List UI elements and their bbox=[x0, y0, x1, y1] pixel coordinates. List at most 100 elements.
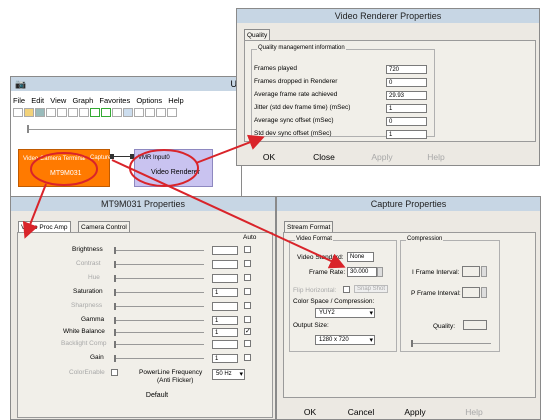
copy-icon[interactable] bbox=[68, 108, 78, 117]
mt-slider-gain[interactable] bbox=[114, 355, 204, 362]
paste-icon[interactable] bbox=[79, 108, 89, 117]
save-icon[interactable] bbox=[35, 108, 45, 117]
cap-titlebar: Capture Properties bbox=[277, 197, 540, 211]
mt-value-white-balance[interactable]: 1 bbox=[212, 328, 238, 337]
print-icon[interactable] bbox=[46, 108, 56, 117]
menu-file[interactable]: File bbox=[13, 96, 25, 105]
refresh-icon[interactable] bbox=[156, 108, 166, 117]
menu-options[interactable]: Options bbox=[136, 96, 162, 105]
mt-auto-gamma[interactable] bbox=[244, 316, 251, 323]
new-icon[interactable] bbox=[13, 108, 23, 117]
mt-auto-sharpness[interactable] bbox=[244, 302, 251, 309]
mt-slider-gamma[interactable] bbox=[114, 317, 204, 324]
cap-label-output-size: Output Size: bbox=[293, 322, 329, 329]
mt-auto-gain[interactable] bbox=[244, 354, 251, 361]
vr-ok-button[interactable]: OK bbox=[257, 152, 281, 162]
vr-label-avg-sync: Average sync offset (mSec) bbox=[254, 117, 334, 124]
cap-label-pframe-interval: P Frame Interval: bbox=[411, 290, 461, 297]
mt-slider-contrast[interactable] bbox=[114, 261, 204, 268]
mt-auto-backlight-comp[interactable] bbox=[244, 340, 251, 347]
cap-pframe-spinner[interactable] bbox=[481, 287, 487, 298]
cap-label-iframe-interval: I Frame Interval: bbox=[412, 269, 460, 276]
mt-value-gain[interactable]: 1 bbox=[212, 354, 238, 363]
filter-video-renderer[interactable]: VMR Input0 Video Renderer bbox=[134, 149, 213, 187]
cap-compression-title: Compression bbox=[406, 236, 444, 242]
mt-slider-sharpness[interactable] bbox=[114, 303, 204, 310]
mt-slider-backlight-comp[interactable] bbox=[114, 341, 204, 348]
filter-camera-name: MT9M031 bbox=[50, 170, 82, 177]
vr-label-frames-played: Frames played bbox=[254, 65, 297, 72]
mt-auto-saturation[interactable] bbox=[244, 288, 251, 295]
menu-help[interactable]: Help bbox=[168, 96, 183, 105]
cap-flip-checkbox[interactable] bbox=[343, 286, 350, 293]
filters-icon[interactable] bbox=[145, 108, 155, 117]
mt-value-sharpness[interactable] bbox=[212, 302, 238, 311]
mt-slider-brightness[interactable] bbox=[114, 247, 204, 254]
cap-cancel-button[interactable]: Cancel bbox=[343, 407, 379, 417]
mt-value-saturation[interactable]: 1 bbox=[212, 288, 238, 297]
seek-bar[interactable] bbox=[27, 129, 241, 130]
menu-graph[interactable]: Graph bbox=[72, 96, 93, 105]
mt9m031-properties-window: MT9M031 Properties Video Proc Amp Camera… bbox=[10, 196, 276, 420]
tab-video-proc-amp[interactable]: Video Proc Amp bbox=[18, 221, 71, 232]
graphedit-titlebar: 📷 U bbox=[11, 77, 241, 91]
cap-ok-button[interactable]: OK bbox=[299, 407, 321, 417]
menu-edit[interactable]: Edit bbox=[31, 96, 44, 105]
pin-connection-line bbox=[114, 156, 130, 157]
tab-quality[interactable]: Quality bbox=[244, 29, 271, 40]
cap-color-space-select[interactable]: YUY2 bbox=[315, 308, 375, 318]
mt-label-saturation: Saturation bbox=[73, 288, 103, 295]
mt-value-brightness[interactable] bbox=[212, 246, 238, 255]
mt-powerline-select[interactable]: 50 Hz bbox=[212, 369, 245, 380]
mt-label-color-enable: ColorEnable bbox=[69, 369, 105, 376]
menu-view[interactable]: View bbox=[50, 96, 66, 105]
mt-color-enable-checkbox[interactable] bbox=[111, 369, 118, 376]
cap-pframe-input[interactable] bbox=[462, 287, 480, 298]
cap-output-size-select[interactable]: 1280 x 720 bbox=[315, 335, 375, 345]
cap-apply-button[interactable]: Apply bbox=[400, 407, 430, 417]
cap-quality-slider[interactable] bbox=[411, 340, 491, 347]
play-icon[interactable] bbox=[90, 108, 100, 117]
frame-step-icon[interactable] bbox=[134, 108, 144, 117]
cap-quality-input[interactable] bbox=[463, 320, 487, 330]
mt-slider-saturation[interactable] bbox=[114, 289, 204, 296]
vr-apply-button[interactable]: Apply bbox=[367, 152, 397, 162]
open-icon[interactable] bbox=[24, 108, 34, 117]
mt-label-white-balance: White Balance bbox=[63, 328, 105, 335]
cap-help-button[interactable]: Help bbox=[461, 407, 487, 417]
vr-titlebar: Video Renderer Properties bbox=[237, 9, 539, 23]
cap-iframe-spinner[interactable] bbox=[481, 266, 487, 277]
cap-iframe-input[interactable] bbox=[462, 266, 480, 277]
mt-auto-hue[interactable] bbox=[244, 274, 251, 281]
settings-icon[interactable] bbox=[167, 108, 177, 117]
mt-auto-brightness[interactable] bbox=[244, 246, 251, 253]
mt-auto-contrast[interactable] bbox=[244, 260, 251, 267]
menu-favorites[interactable]: Favorites bbox=[99, 96, 130, 105]
mt-label-brightness: Brightness bbox=[72, 246, 103, 253]
tab-camera-control[interactable]: Camera Control bbox=[78, 221, 130, 232]
vr-help-button[interactable]: Help bbox=[423, 152, 449, 162]
cap-snap-shot-button[interactable]: Snap Shot bbox=[354, 285, 388, 293]
cut-icon[interactable] bbox=[57, 108, 67, 117]
seek-bar-thumb[interactable] bbox=[27, 125, 29, 133]
tab-stream-format[interactable]: Stream Format bbox=[284, 221, 334, 232]
cap-frame-rate-spinner[interactable] bbox=[377, 267, 383, 277]
mt-slider-white-balance[interactable] bbox=[114, 329, 204, 336]
mt-value-hue[interactable] bbox=[212, 274, 238, 283]
mt-label-sharpness: Sharpness bbox=[71, 302, 103, 309]
mt-default-button[interactable]: Default bbox=[142, 392, 172, 399]
mt-slider-hue[interactable] bbox=[114, 275, 204, 282]
stop-icon[interactable] bbox=[112, 108, 122, 117]
mt-value-gamma[interactable]: 1 bbox=[212, 316, 238, 325]
mt-label-gain: Gain bbox=[90, 354, 104, 361]
vr-close-button[interactable]: Close bbox=[309, 152, 339, 162]
mt-value-contrast[interactable] bbox=[212, 260, 238, 269]
vr-value-avg-sync: 0 bbox=[386, 117, 427, 126]
mt-auto-white-balance[interactable]: ✓ bbox=[244, 328, 251, 335]
renderer-input-pin[interactable] bbox=[130, 154, 134, 159]
mt-value-backlight-comp[interactable] bbox=[212, 340, 238, 349]
cap-frame-rate-input[interactable]: 30.000 bbox=[347, 267, 377, 277]
vr-value-avg-frame-rate: 29.93 bbox=[386, 91, 427, 100]
seek-icon[interactable] bbox=[123, 108, 133, 117]
pause-icon[interactable] bbox=[101, 108, 111, 117]
